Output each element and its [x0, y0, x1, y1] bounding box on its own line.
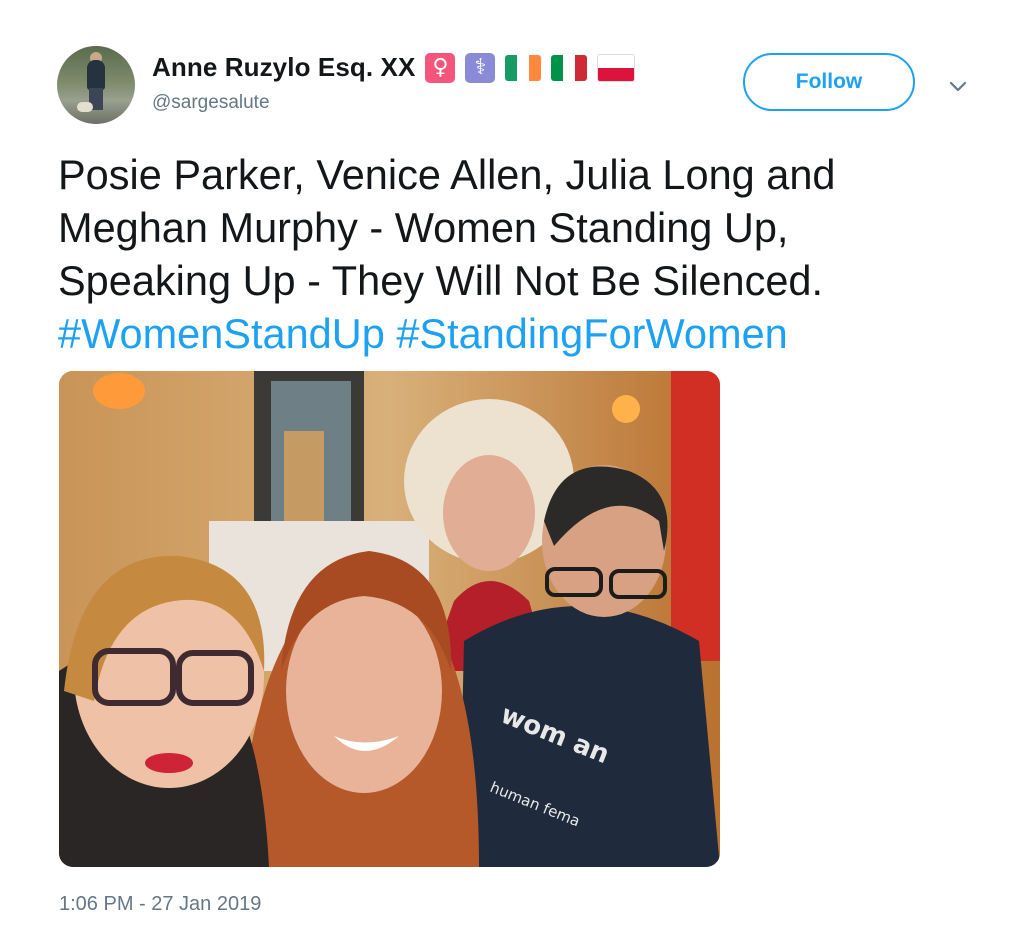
tweet-text-line: Meghan Murphy - Women Standing Up,	[58, 204, 789, 251]
female-sign-icon: ♀	[425, 52, 456, 83]
hashtags[interactable]: #WomenStandUp #StandingForWomen	[58, 307, 958, 360]
italy-flag-icon	[551, 54, 588, 81]
tweet-photo[interactable]: wom an human fema	[59, 371, 720, 867]
display-name[interactable]: Anne Ruzylo Esq. XX	[152, 52, 415, 83]
user-handle[interactable]: @sargesalute	[152, 92, 270, 114]
tweet-text-line: Speaking Up - They Will Not Be Silenced.	[58, 257, 824, 304]
photo-illustration: wom an human fema	[59, 371, 720, 867]
tweet-timestamp[interactable]: 1:06 PM - 27 Jan 2019	[59, 893, 261, 916]
tweet-text-line: Posie Parker, Venice Allen, Julia Long a…	[58, 151, 836, 198]
poland-flag-icon	[597, 53, 636, 82]
follow-button[interactable]: Follow	[743, 53, 915, 111]
medical-staff-icon: ⚕	[465, 52, 496, 83]
ireland-flag-icon	[505, 54, 542, 81]
tweet-text: Posie Parker, Venice Allen, Julia Long a…	[58, 148, 958, 360]
author-row: Anne Ruzylo Esq. XX ♀ ⚕	[152, 52, 636, 83]
avatar[interactable]	[57, 46, 135, 124]
chevron-down-icon[interactable]	[944, 72, 972, 100]
